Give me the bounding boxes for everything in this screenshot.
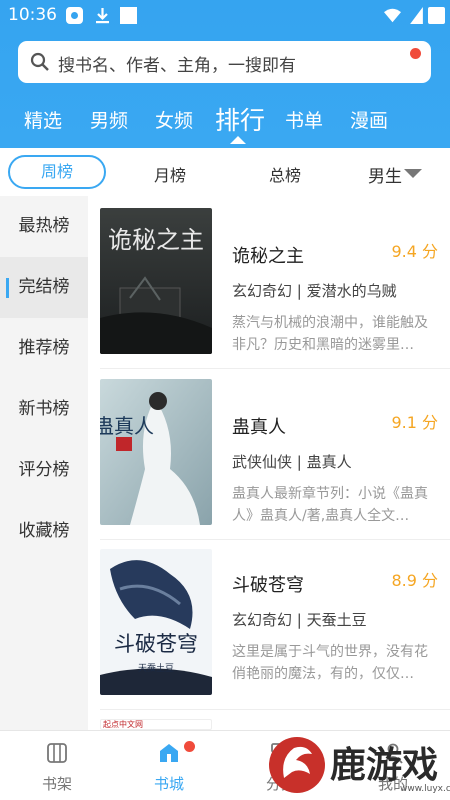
- ranking-period-tabs: 周榜 月榜 总榜 男生: [0, 148, 450, 196]
- book-item[interactable]: 诡秘之主 诡秘之主 9.4 分 玄幻奇幻 | 爱潜水的乌贼 蒸汽与机械的浪潮中，…: [88, 208, 450, 378]
- book-description: 蒸汽与机械的浪潮中，谁能触及非凡？历史和黑暗的迷雾里…: [232, 315, 428, 353]
- bottom-tab-label: 书架: [41, 775, 72, 793]
- app-notification-icon: [66, 7, 83, 24]
- tab-ranking[interactable]: 排行: [215, 101, 265, 137]
- sidebar-item-favorites[interactable]: 收藏榜: [0, 501, 88, 562]
- bottom-tab-bookstore[interactable]: 书城: [124, 731, 214, 800]
- category-tabs: 精选 男频 女频 排行 书单 漫画: [0, 98, 450, 146]
- status-bar: 10:36: [0, 0, 450, 32]
- bottom-tab-bookshelf[interactable]: 书架: [12, 731, 102, 800]
- active-tab-indicator: [230, 136, 246, 144]
- book-description: 这里是属于斗气的世界，没有花俏艳丽的魔法，有的，仅仅…: [232, 644, 428, 682]
- sidebar-item-hot[interactable]: 最热榜: [0, 196, 88, 257]
- download-icon: [96, 8, 109, 24]
- gender-select[interactable]: 男生: [368, 162, 402, 187]
- sidebar-item-recommended[interactable]: 推荐榜: [0, 318, 88, 379]
- tab-male[interactable]: 男频: [90, 106, 128, 133]
- battery-icon: [428, 7, 445, 24]
- notification-dot: [410, 48, 421, 59]
- sidebar-item-rating[interactable]: 评分榜: [0, 440, 88, 501]
- search-placeholder: 搜书名、作者、主角，一搜即有: [58, 56, 296, 76]
- search-bar[interactable]: 搜书名、作者、主角，一搜即有: [18, 41, 431, 83]
- book-cover[interactable]: 蛊真人: [100, 379, 212, 525]
- tab-booklist[interactable]: 书单: [285, 106, 323, 133]
- bookshelf-icon: [47, 743, 67, 763]
- notification-square-icon: [120, 7, 137, 24]
- subtab-weekly[interactable]: 周榜: [8, 155, 106, 189]
- cover-title: 蛊真人: [100, 414, 154, 438]
- watermark-text: 鹿游戏: [330, 745, 439, 786]
- search-icon: [30, 52, 49, 71]
- subtab-total[interactable]: 总榜: [269, 162, 301, 186]
- book-title: 斗破苍穹: [232, 575, 304, 596]
- cover-title: 斗破苍穹: [114, 632, 198, 656]
- book-title: 诡秘之主: [232, 246, 304, 267]
- wifi-icon: [384, 8, 401, 23]
- bottom-tab-label: 书城: [153, 775, 184, 793]
- book-meta: 玄幻奇幻 | 天蚕土豆: [232, 611, 367, 629]
- tab-comics[interactable]: 漫画: [350, 106, 388, 133]
- book-score: 8.9 分: [391, 571, 438, 590]
- signal-icon: [410, 7, 423, 24]
- status-time: 10:36: [8, 5, 57, 25]
- book-title: 蛊真人: [232, 417, 286, 438]
- book-item[interactable]: 蛊真人 蛊真人 9.1 分 武侠仙侠 | 蛊真人 蛊真人最新章节列：小说《蛊真人…: [88, 379, 450, 549]
- book-cover[interactable]: 诡秘之主: [100, 208, 212, 354]
- book-meta: 玄幻奇幻 | 爱潜水的乌贼: [232, 282, 397, 300]
- cover-author: 天蚕土豆: [138, 662, 174, 674]
- tab-featured[interactable]: 精选: [24, 106, 62, 133]
- home-icon: [160, 744, 178, 762]
- tab-female[interactable]: 女频: [155, 106, 193, 133]
- notification-dot: [184, 741, 195, 752]
- divider: [100, 368, 450, 369]
- divider: [100, 539, 450, 540]
- book-cover[interactable]: 起点中文网: [100, 719, 212, 730]
- book-list: 诡秘之主 诡秘之主 9.4 分 玄幻奇幻 | 爱潜水的乌贼 蒸汽与机械的浪潮中，…: [88, 196, 450, 730]
- book-meta: 武侠仙侠 | 蛊真人: [232, 453, 352, 471]
- book-item[interactable]: 斗破苍穹 天蚕土豆 斗破苍穹 8.9 分 玄幻奇幻 | 天蚕土豆 这里是属于斗气…: [88, 549, 450, 719]
- sidebar-item-new[interactable]: 新书榜: [0, 379, 88, 440]
- ranking-sidebar: 最热榜 完结榜 推荐榜 新书榜 评分榜 收藏榜: [0, 196, 88, 730]
- watermark-url: www.luyx.cc: [400, 784, 450, 794]
- book-score: 9.4 分: [391, 242, 438, 261]
- site-watermark: 鹿游戏 www.luyx.cc: [264, 728, 450, 800]
- deer-logo-icon: [269, 737, 325, 793]
- cover-publisher: 起点中文网: [103, 720, 143, 729]
- divider: [100, 709, 450, 710]
- book-score: 9.1 分: [391, 413, 438, 432]
- chevron-down-icon[interactable]: [404, 169, 422, 178]
- sidebar-item-completed[interactable]: 完结榜: [0, 257, 88, 318]
- cover-title: 诡秘之主: [108, 226, 204, 254]
- app-header: 10:36 搜书名、作者、主角，一搜即有 精选 男频 女频 排行 书单 漫画: [0, 0, 450, 148]
- subtab-monthly[interactable]: 月榜: [154, 162, 186, 186]
- book-cover[interactable]: 斗破苍穹 天蚕土豆: [100, 549, 212, 695]
- book-description: 蛊真人最新章节列：小说《蛊真人》蛊真人/著,蛊真人全文…: [232, 486, 428, 524]
